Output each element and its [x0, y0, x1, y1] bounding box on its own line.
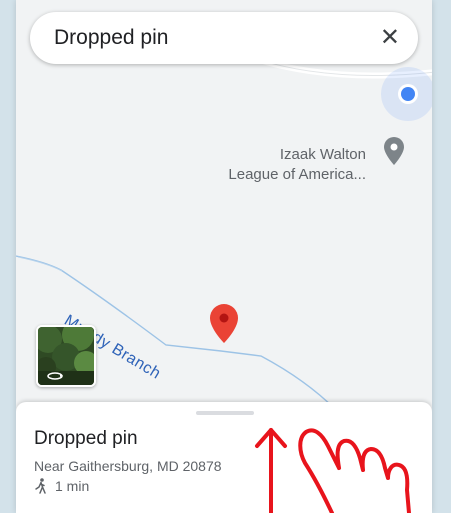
- street-view-thumbnail[interactable]: [36, 325, 96, 387]
- walk-time-row: 1 min: [34, 478, 89, 494]
- search-bar[interactable]: Dropped pin ✕: [30, 12, 418, 64]
- walk-time: 1 min: [55, 478, 90, 494]
- walking-icon: [35, 478, 46, 494]
- close-icon[interactable]: ✕: [380, 26, 400, 50]
- dropped-pin-icon[interactable]: [210, 304, 238, 343]
- hand-outline: [298, 428, 411, 513]
- place-title: Dropped pin: [34, 428, 138, 449]
- poi-label-line2: League of America...: [228, 166, 366, 183]
- poi-label-line1: Izaak Walton: [279, 146, 366, 163]
- search-query[interactable]: Dropped pin: [54, 26, 380, 50]
- place-address: Near Gaithersburg, MD 20878: [34, 458, 222, 474]
- drag-handle[interactable]: [196, 411, 254, 415]
- location-dot[interactable]: [401, 87, 415, 101]
- poi-pin-icon[interactable]: [384, 137, 404, 165]
- poi-label[interactable]: Izaak Walton League of America...: [228, 145, 366, 185]
- stream-line-secondary: [17, 256, 63, 272]
- swipe-up-gesture-icon: [255, 428, 411, 513]
- street-view-image: [38, 327, 94, 385]
